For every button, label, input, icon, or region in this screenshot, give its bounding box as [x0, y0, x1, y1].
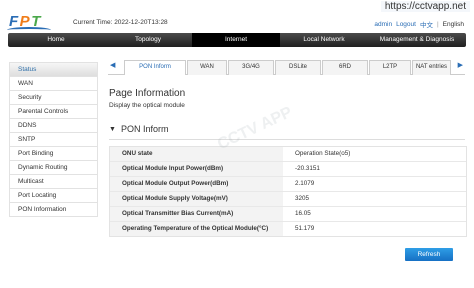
subtab-nat-entries[interactable]: NAT entries: [412, 60, 451, 75]
section-title: PON Inform: [120, 124, 169, 134]
sidebar-item-sntp[interactable]: SNTP: [9, 133, 98, 147]
row-value: -20.3151: [295, 165, 320, 172]
subtab-6rd[interactable]: 6RD: [322, 60, 368, 75]
tab-home[interactable]: Home: [8, 33, 104, 47]
subtab-3g-4g[interactable]: 3G/4G: [228, 60, 274, 75]
table-row: Optical Transmitter Bias Current(mA) 16.…: [110, 207, 466, 222]
tab-topology[interactable]: Topology: [104, 33, 192, 47]
table-row: Operating Temperature of the Optical Mod…: [110, 222, 466, 236]
sidebar: Status WAN Security Parental Controls DD…: [9, 62, 98, 217]
sidebar-item-status[interactable]: Status: [9, 62, 98, 77]
table-row: Optical Module Supply Voltage(mV) 3205: [110, 192, 466, 207]
subtab-wan[interactable]: WAN: [187, 60, 227, 75]
collapse-triangle-icon[interactable]: ▼: [109, 126, 116, 133]
table-row: ONU state Operation State(o5): [110, 147, 466, 162]
row-value: 2.1079: [295, 180, 315, 187]
refresh-button[interactable]: Refresh: [405, 248, 453, 261]
prev-tab-arrow-icon[interactable]: ◀: [110, 61, 115, 69]
tab-local-network[interactable]: Local Network: [280, 33, 368, 47]
language-separator: |: [436, 20, 439, 28]
row-value: 16.05: [295, 210, 311, 217]
current-time: Current Time: 2022-12-20T13:28: [73, 19, 168, 26]
sidebar-item-wan[interactable]: WAN: [9, 77, 98, 91]
sidebar-item-parental-controls[interactable]: Parental Controls: [9, 105, 98, 119]
tab-management-diagnosis[interactable]: Management & Diagnosis: [368, 33, 466, 47]
row-label: Optical Module Output Power(dBm): [110, 177, 283, 191]
top-bar: F P T Current Time: 2022-12-20T13:28 htt…: [0, 0, 474, 32]
sidebar-item-pon-information[interactable]: PON Information: [9, 203, 98, 217]
subtab-dslite[interactable]: DSLite: [275, 60, 321, 75]
row-value: 51.179: [295, 225, 315, 232]
sidebar-item-multicast[interactable]: Multicast: [9, 175, 98, 189]
current-time-label: Current Time:: [73, 19, 113, 26]
fpt-logo: F P T: [7, 13, 51, 30]
row-label: Optical Module Supply Voltage(mV): [110, 192, 283, 206]
sub-tabs: ◀ PON Inform WAN 3G/4G DSLite 6RD L2TP N…: [108, 60, 465, 75]
chinese-language-link[interactable]: 中文: [420, 19, 433, 29]
table-row: Optical Module Input Power(dBm) -20.3151: [110, 162, 466, 177]
row-label: ONU state: [110, 147, 283, 161]
sidebar-item-port-locating[interactable]: Port Locating: [9, 189, 98, 203]
english-language-link[interactable]: English: [443, 21, 464, 28]
row-label: Operating Temperature of the Optical Mod…: [110, 222, 283, 236]
next-tab-arrow-icon[interactable]: ▶: [458, 61, 463, 69]
pon-info-table: ONU state Operation State(o5) Optical Mo…: [109, 146, 467, 237]
sub-tab-row: PON Inform WAN 3G/4G DSLite 6RD L2TP NAT…: [124, 60, 452, 75]
top-links: admin Logout 中文 | English: [374, 19, 464, 30]
tab-internet[interactable]: Internet: [192, 33, 280, 47]
section-header[interactable]: ▼ PON Inform: [109, 124, 168, 134]
current-time-value: 2022-12-20T13:28: [114, 19, 168, 26]
row-value: 3205: [295, 195, 310, 202]
row-label: Optical Module Input Power(dBm): [110, 162, 283, 176]
sidebar-item-dynamic-routing[interactable]: Dynamic Routing: [9, 161, 98, 175]
sidebar-item-security[interactable]: Security: [9, 91, 98, 105]
table-row: Optical Module Output Power(dBm) 2.1079: [110, 177, 466, 192]
source-watermark-url: https://cctvapp.net: [380, 1, 470, 12]
logout-link[interactable]: Logout: [396, 21, 416, 28]
admin-link[interactable]: admin: [374, 21, 392, 28]
page-title: Page Information: [109, 88, 186, 99]
page-description: Display the optical module: [109, 102, 185, 109]
section-divider: [109, 139, 465, 140]
main-nav: Home Topology Internet Local Network Man…: [8, 33, 466, 47]
row-value: Operation State(o5): [295, 150, 351, 157]
subtab-l2tp[interactable]: L2TP: [369, 60, 411, 75]
row-label: Optical Transmitter Bias Current(mA): [110, 207, 283, 221]
sidebar-item-ddns[interactable]: DDNS: [9, 119, 98, 133]
sidebar-item-port-binding[interactable]: Port Binding: [9, 147, 98, 161]
subtab-pon-inform[interactable]: PON Inform: [124, 60, 186, 75]
